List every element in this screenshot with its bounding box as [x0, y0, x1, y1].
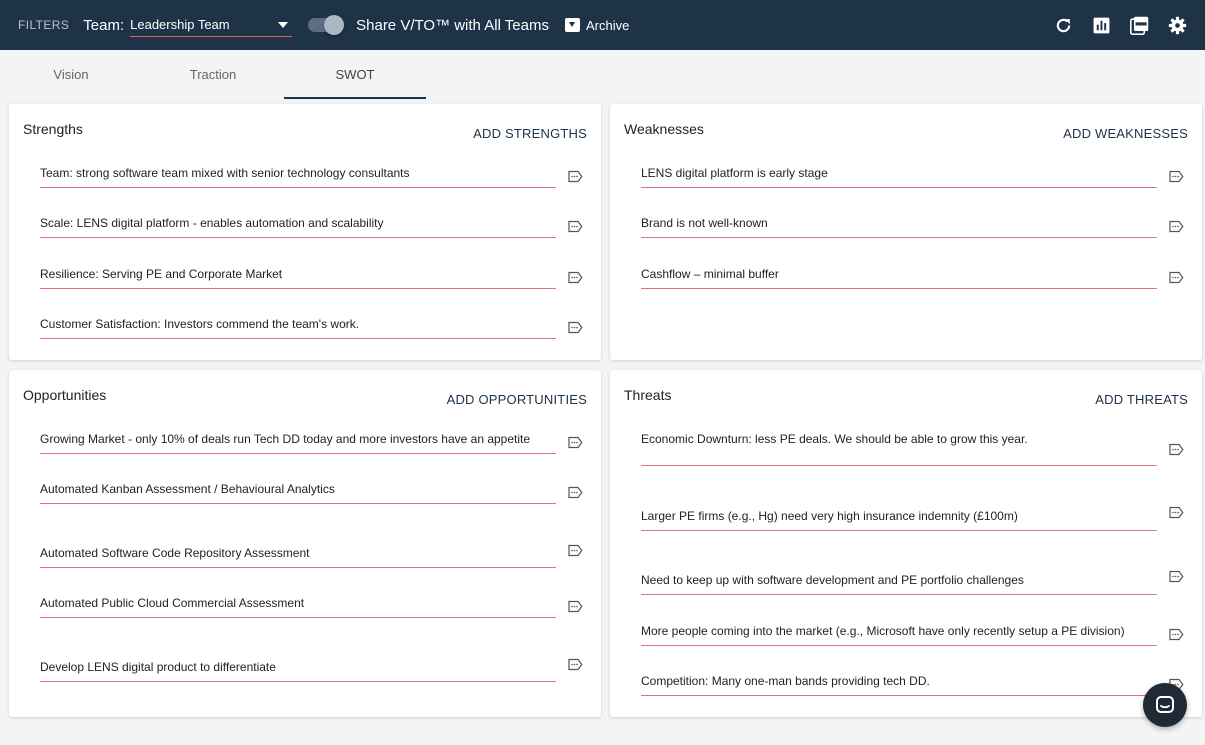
- opportunity-item[interactable]: Develop LENS digital product to differen…: [40, 660, 556, 682]
- add-strengths-button[interactable]: ADD STRENGTHS: [473, 126, 587, 141]
- opportunity-item[interactable]: Automated Kanban Assessment / Behavioura…: [40, 482, 556, 504]
- threat-item[interactable]: Need to keep up with software developmen…: [641, 573, 1157, 595]
- team-select-value: Leadership Team: [130, 17, 230, 32]
- threat-item[interactable]: Economic Downturn: less PE deals. We sho…: [641, 432, 1157, 466]
- chevron-down-icon: [278, 21, 289, 28]
- comment-icon[interactable]: [1168, 271, 1184, 284]
- team-select[interactable]: Leadership Team: [130, 13, 293, 37]
- threats-card: Threats ADD THREATS Economic Downturn: l…: [610, 370, 1202, 717]
- opportunity-item[interactable]: Automated Software Code Repository Asses…: [40, 546, 556, 568]
- tab-traction[interactable]: Traction: [142, 50, 284, 99]
- archive-icon: [564, 18, 580, 32]
- threat-item[interactable]: Competition: Many one-man bands providin…: [641, 674, 1157, 696]
- weakness-item[interactable]: Cashflow – minimal buffer: [641, 267, 1157, 289]
- add-opportunities-button[interactable]: ADD OPPORTUNITIES: [447, 392, 587, 407]
- top-toolbar: FILTERS Team: Leadership Team Share V/TO…: [0, 0, 1205, 50]
- comment-icon[interactable]: [567, 600, 583, 613]
- add-weaknesses-button[interactable]: ADD WEAKNESSES: [1063, 126, 1188, 141]
- bar-chart-icon: [1093, 17, 1109, 33]
- comment-icon[interactable]: [567, 658, 583, 671]
- pdf-icon: [1129, 16, 1148, 35]
- chat-launcher-button[interactable]: [1143, 683, 1187, 727]
- comment-icon[interactable]: [567, 170, 583, 183]
- strength-item[interactable]: Team: strong software team mixed with se…: [40, 166, 556, 188]
- weaknesses-title: Weaknesses: [624, 121, 704, 137]
- refresh-button[interactable]: [1053, 15, 1073, 35]
- add-threats-button[interactable]: ADD THREATS: [1095, 392, 1188, 407]
- gear-icon: [1168, 16, 1186, 34]
- share-toggle[interactable]: [308, 15, 345, 35]
- refresh-icon: [1056, 18, 1070, 32]
- tab-bar: Vision Traction SWOT: [0, 50, 1205, 99]
- comment-icon[interactable]: [1168, 506, 1184, 519]
- opportunity-item[interactable]: Automated Public Cloud Commercial Assess…: [40, 596, 556, 618]
- tab-vision[interactable]: Vision: [0, 50, 142, 99]
- comment-icon[interactable]: [567, 220, 583, 233]
- strength-item[interactable]: Customer Satisfaction: Investors commend…: [40, 317, 556, 339]
- weakness-item[interactable]: LENS digital platform is early stage: [641, 166, 1157, 188]
- threats-title: Threats: [624, 387, 672, 403]
- strength-item[interactable]: Scale: LENS digital platform - enables a…: [40, 216, 556, 238]
- opportunity-item[interactable]: Growing Market - only 10% of deals run T…: [40, 432, 556, 454]
- comment-icon[interactable]: [567, 544, 583, 557]
- opportunities-title: Opportunities: [23, 387, 107, 403]
- comment-icon[interactable]: [1168, 443, 1184, 456]
- weakness-item[interactable]: Brand is not well-known: [641, 216, 1157, 238]
- comment-icon[interactable]: [1168, 570, 1184, 583]
- comment-icon[interactable]: [1168, 170, 1184, 183]
- strengths-title: Strengths: [23, 121, 83, 137]
- threat-item[interactable]: Larger PE firms (e.g., Hg) need very hig…: [641, 509, 1157, 531]
- threat-item[interactable]: More people coming into the market (e.g.…: [641, 624, 1157, 646]
- comment-icon[interactable]: [567, 271, 583, 284]
- archive-label: Archive: [585, 17, 630, 33]
- pdf-button[interactable]: [1129, 15, 1149, 35]
- comment-icon[interactable]: [1168, 220, 1184, 233]
- toggle-knob: [324, 15, 345, 35]
- strength-item[interactable]: Resilience: Serving PE and Corporate Mar…: [40, 267, 556, 289]
- report-button[interactable]: [1091, 15, 1111, 35]
- comment-icon[interactable]: [567, 321, 583, 334]
- comment-icon[interactable]: [567, 436, 583, 449]
- strengths-card: Strengths ADD STRENGTHS Team: strong sof…: [9, 104, 601, 360]
- settings-button[interactable]: [1167, 15, 1187, 35]
- opportunities-card: Opportunities ADD OPPORTUNITIES Growing …: [9, 370, 601, 717]
- share-label: Share V/TO™ with All Teams: [356, 16, 549, 34]
- filters-label: FILTERS: [18, 18, 70, 32]
- weaknesses-card: Weaknesses ADD WEAKNESSES LENS digital p…: [610, 104, 1202, 360]
- comment-icon[interactable]: [1168, 628, 1184, 641]
- chat-icon: [1156, 696, 1174, 713]
- comment-icon[interactable]: [567, 486, 583, 499]
- tab-swot[interactable]: SWOT: [284, 50, 426, 99]
- team-label: Team:: [83, 16, 125, 34]
- archive-button[interactable]: Archive: [564, 17, 630, 33]
